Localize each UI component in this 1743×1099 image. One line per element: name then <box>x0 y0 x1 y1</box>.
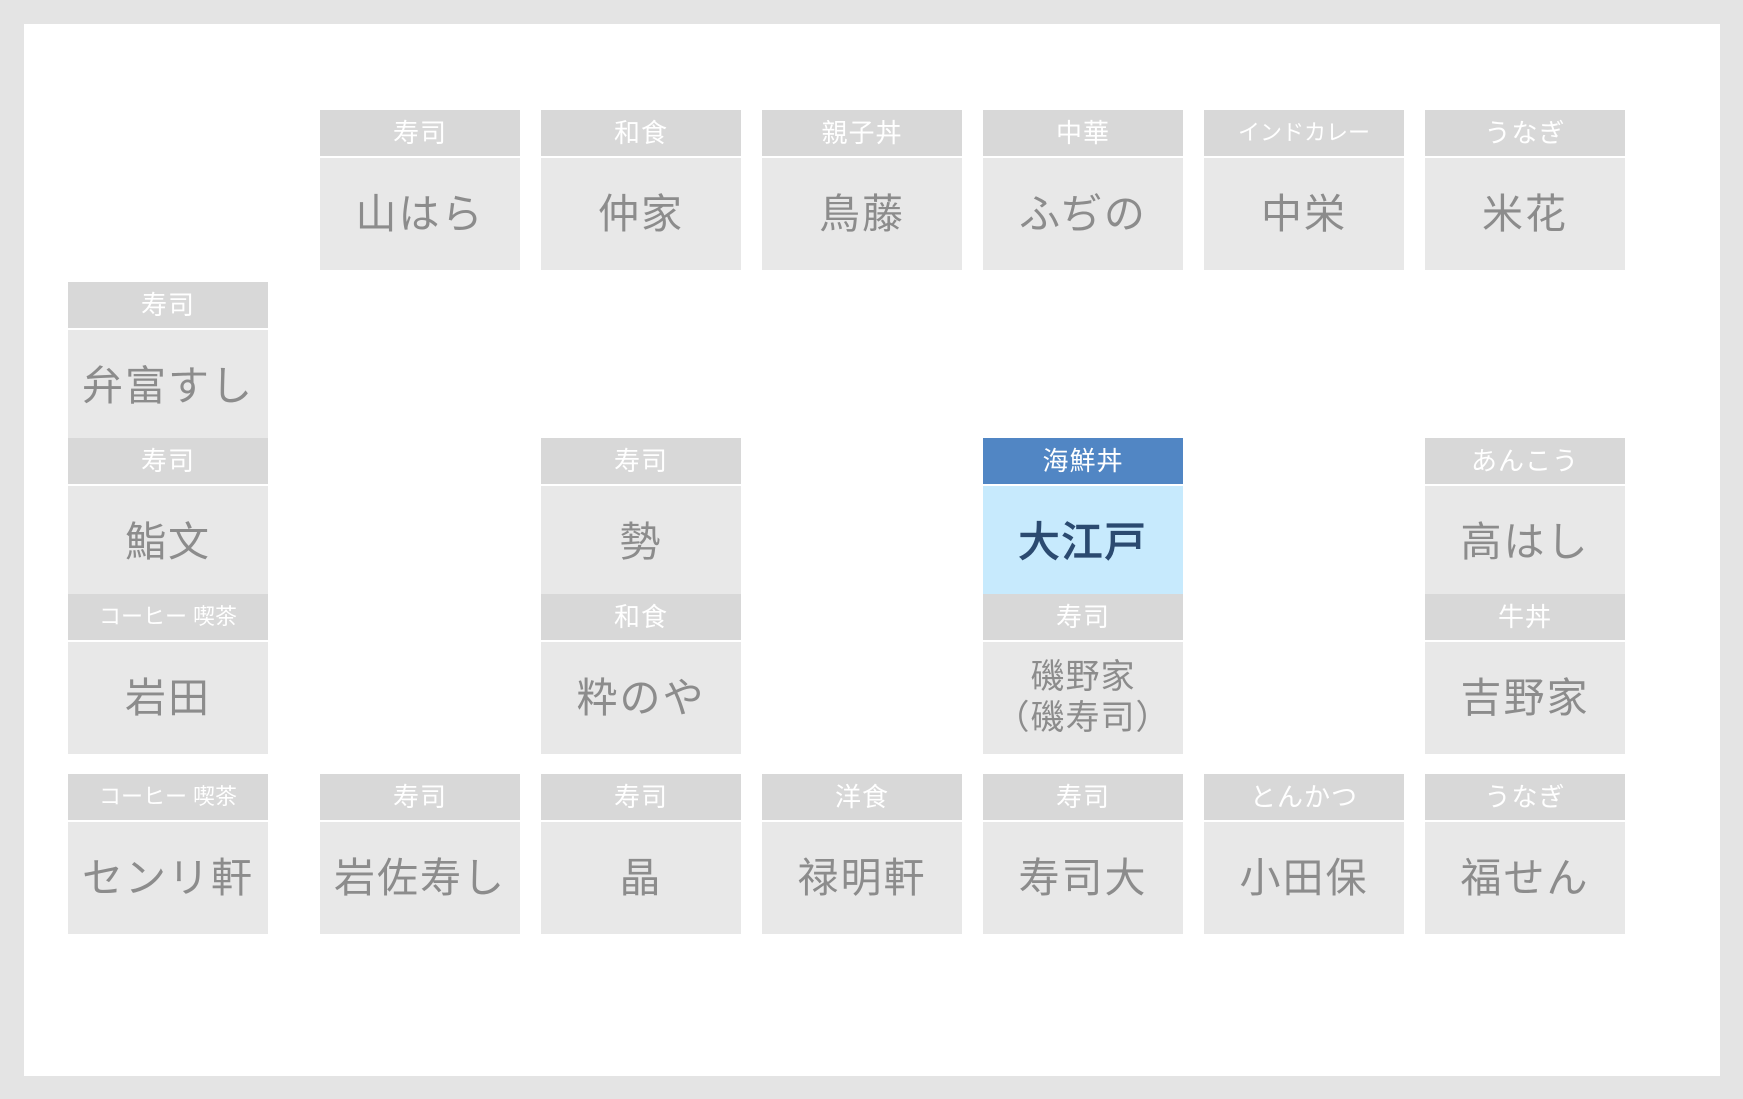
shop-card[interactable]: 寿司勢 <box>541 438 741 598</box>
shop-name-label: ふぢの <box>983 158 1183 270</box>
shop-name-label: 弁富すし <box>68 330 268 442</box>
shop-name-label: 吉野家 <box>1425 642 1625 754</box>
shop-name-label: 鮨文 <box>68 486 268 598</box>
shop-genre-label: うなぎ <box>1425 774 1625 820</box>
shop-genre-label: 寿司 <box>983 594 1183 640</box>
shop-name-label: 岩田 <box>68 642 268 754</box>
shop-genre-label: とんかつ <box>1204 774 1404 820</box>
shop-genre-label: 寿司 <box>541 438 741 484</box>
shop-card[interactable]: 中華 ふぢの <box>983 110 1183 270</box>
shop-genre-label: 洋食 <box>762 774 962 820</box>
shop-card[interactable]: 寿司 寿司大 <box>983 774 1183 934</box>
shop-genre-label: 和食 <box>541 110 741 156</box>
shop-grid: 寿司 山はら 和食 仲家 親子丼 鳥藤 中華 ふぢの インドカレー 中栄 うなぎ 米花 寿司 弁富すし 寿司… <box>24 24 1720 1076</box>
shop-name-label: 高はし <box>1425 486 1625 598</box>
shop-card[interactable]: 寿司 岩佐寿し <box>320 774 520 934</box>
shop-genre-label: 中華 <box>983 110 1183 156</box>
shop-genre-label: 寿司 <box>320 774 520 820</box>
shop-card[interactable]: 親子丼 鳥藤 <box>762 110 962 270</box>
shop-name-label: センリ軒 <box>68 822 268 934</box>
shop-genre-label: 寿司 <box>68 282 268 328</box>
shop-genre-label: コーヒー 喫茶 <box>68 594 268 640</box>
shop-card[interactable]: コーヒー 喫茶 センリ軒 <box>68 774 268 934</box>
shop-card[interactable]: 寿司 山はら <box>320 110 520 270</box>
shop-genre-label: 海鮮丼 <box>983 438 1183 484</box>
shop-card[interactable]: あんこう 高はし <box>1425 438 1625 598</box>
shop-name-label: 鳥藤 <box>762 158 962 270</box>
shop-name-label: 中栄 <box>1204 158 1404 270</box>
restaurant-map-canvas: 寿司 山はら 和食 仲家 親子丼 鳥藤 中華 ふぢの インドカレー 中栄 うなぎ 米花 寿司 弁富すし 寿司… <box>24 24 1720 1076</box>
shop-name-label: 晶 <box>541 822 741 934</box>
shop-genre-label: 寿司 <box>541 774 741 820</box>
shop-name-label: 禄明軒 <box>762 822 962 934</box>
shop-card[interactable]: 寿司晶 <box>541 774 741 934</box>
shop-genre-label: 寿司 <box>320 110 520 156</box>
shop-genre-label: 寿司 <box>983 774 1183 820</box>
shop-name-label: 小田保 <box>1204 822 1404 934</box>
shop-card[interactable]: 和食 仲家 <box>541 110 741 270</box>
shop-card[interactable]: うなぎ 米花 <box>1425 110 1625 270</box>
shop-card[interactable]: 寿司 磯野家 （磯寿司） <box>983 594 1183 754</box>
shop-name-label: 大江戸 <box>983 486 1183 598</box>
shop-card[interactable]: うなぎ 福せん <box>1425 774 1625 934</box>
shop-card[interactable]: 寿司 弁富すし <box>68 282 268 442</box>
shop-genre-label: あんこう <box>1425 438 1625 484</box>
shop-name-label: 米花 <box>1425 158 1625 270</box>
shop-card[interactable]: とんかつ 小田保 <box>1204 774 1404 934</box>
shop-card[interactable]: インドカレー 中栄 <box>1204 110 1404 270</box>
shop-genre-label: 寿司 <box>68 438 268 484</box>
shop-name-label: 粋のや <box>541 642 741 754</box>
shop-name-label: 岩佐寿し <box>320 822 520 934</box>
shop-name-label: 仲家 <box>541 158 741 270</box>
shop-name-label: 福せん <box>1425 822 1625 934</box>
shop-card[interactable]: 牛丼 吉野家 <box>1425 594 1625 754</box>
shop-name-label: 勢 <box>541 486 741 598</box>
shop-genre-label: うなぎ <box>1425 110 1625 156</box>
shop-card[interactable]: 寿司 鮨文 <box>68 438 268 598</box>
shop-genre-label: 親子丼 <box>762 110 962 156</box>
shop-card[interactable]: 和食 粋のや <box>541 594 741 754</box>
shop-card[interactable]: コーヒー 喫茶 岩田 <box>68 594 268 754</box>
shop-name-label: 山はら <box>320 158 520 270</box>
shop-genre-label: インドカレー <box>1204 110 1404 156</box>
shop-genre-label: コーヒー 喫茶 <box>68 774 268 820</box>
shop-name-label: 寿司大 <box>983 822 1183 934</box>
shop-genre-label: 牛丼 <box>1425 594 1625 640</box>
shop-card[interactable]: 洋食 禄明軒 <box>762 774 962 934</box>
shop-genre-label: 和食 <box>541 594 741 640</box>
shop-name-label: 磯野家 （磯寿司） <box>983 642 1183 754</box>
shop-card-selected[interactable]: 海鮮丼 大江戸 <box>983 438 1183 598</box>
